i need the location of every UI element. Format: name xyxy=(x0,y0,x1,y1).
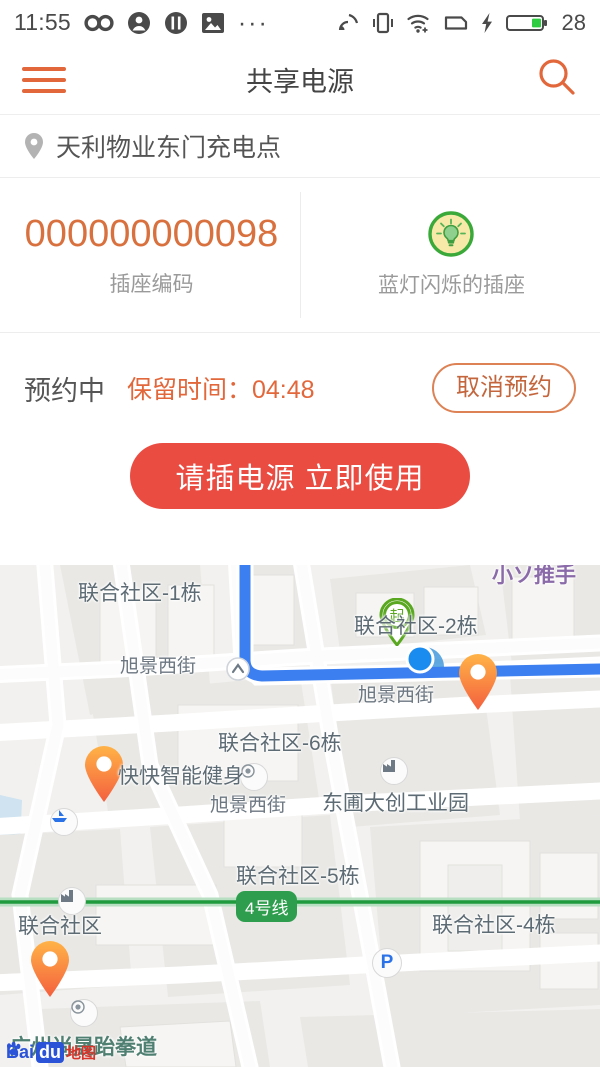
map-label: 旭景西街 xyxy=(210,795,287,816)
charging-bolt-icon xyxy=(481,12,492,33)
charging-location-row[interactable]: 天利物业东门充电点 xyxy=(0,115,600,178)
map-label: 东圃大创工业园 xyxy=(322,792,469,815)
baidu-paw-icon xyxy=(7,1042,21,1056)
card-vertical-divider xyxy=(300,192,301,318)
map-label: 联合社区-2栋 xyxy=(354,615,478,638)
status-bar: 11:55 ··· 28 xyxy=(0,0,600,45)
account-icon xyxy=(127,11,150,34)
poi-dot-taekwondo[interactable] xyxy=(70,999,98,1027)
socket-code-block: 000000000098 插座编码 xyxy=(0,178,303,332)
music-icon xyxy=(164,11,187,34)
map-label: 旭景西街 xyxy=(120,656,197,677)
page-title: 共享电源 xyxy=(246,67,354,97)
map-label: 联合社区-6栋 xyxy=(218,732,342,755)
map-label: 联合社区-5栋 xyxy=(236,865,360,888)
more-dots-icon: ··· xyxy=(237,8,269,37)
reservation-status-row: 预约中 保留时间：04:48 取消预约 xyxy=(0,333,600,443)
light-bulb-icon xyxy=(428,211,475,257)
reservation-state-label: 预约中 xyxy=(24,375,105,406)
map-view[interactable]: 起 P 4号线 联合社区-1栋 联合社区-2栋 小ソ推手 旭景西街 旭景西街 联… xyxy=(0,565,600,1067)
map-label: 小ソ推手 xyxy=(492,565,576,587)
battery-icon xyxy=(505,14,547,31)
poi-factory-icon[interactable] xyxy=(380,757,408,785)
socket-lamp-block: 蓝灯闪烁的插座 xyxy=(303,178,600,332)
charging-location-name: 天利物业东门充电点 xyxy=(56,134,282,162)
wifi-icon xyxy=(406,14,429,33)
primary-action-area: 请插电源 立即使用 xyxy=(0,443,600,541)
map-pin-charging-east[interactable] xyxy=(456,653,500,711)
search-icon[interactable] xyxy=(536,56,578,103)
app-root: 11:55 ··· 28 共享电源 天利物业东门充电点 000000000098… xyxy=(0,0,600,1067)
battery-percent-label: 28 xyxy=(561,9,586,35)
app-header: 共享电源 xyxy=(0,45,600,115)
reservation-timer: 保留时间：04:48 xyxy=(127,376,315,404)
cast-icon xyxy=(338,13,358,30)
status-bar-left: 11:55 ··· xyxy=(14,9,269,36)
socket-info-card: 000000000098 插座编码 蓝灯闪烁的插座 xyxy=(0,178,600,333)
sim-icon xyxy=(444,15,467,30)
map-canvas xyxy=(0,565,600,1067)
poi-dot-fitness[interactable] xyxy=(240,763,268,791)
status-bar-right: 28 xyxy=(336,10,586,36)
hamburger-menu-icon[interactable] xyxy=(22,66,66,93)
baidu-logo-du: du xyxy=(36,1042,65,1063)
map-label: 联合社区-1栋 xyxy=(78,582,202,605)
subway-line-badge: 4号线 xyxy=(236,891,298,922)
socket-code-label: 插座编码 xyxy=(109,272,194,296)
poi-parking-icon[interactable]: P xyxy=(372,948,402,978)
map-label: 联合社区 xyxy=(18,915,102,938)
use-now-button[interactable]: 请插电源 立即使用 xyxy=(130,443,470,509)
baidu-maps-logo: Bai du 地图 xyxy=(6,1042,96,1063)
socket-code-value: 000000000098 xyxy=(24,212,279,255)
location-pin-icon xyxy=(25,133,43,159)
map-label: 旭景西街 xyxy=(358,685,435,706)
vibrate-icon xyxy=(372,12,393,33)
infinity-icon xyxy=(84,14,114,31)
image-icon xyxy=(201,12,224,33)
cancel-reservation-button[interactable]: 取消预约 xyxy=(432,363,576,413)
map-label: 快快智能健身 xyxy=(118,765,244,788)
baidu-logo-ditu: 地图 xyxy=(66,1045,97,1062)
socket-lamp-label: 蓝灯闪烁的插座 xyxy=(377,274,525,297)
poi-boat-icon[interactable] xyxy=(50,808,78,836)
status-bar-clock: 11:55 xyxy=(14,9,71,35)
map-label: 联合社区-4栋 xyxy=(432,914,556,937)
map-pin-community[interactable] xyxy=(28,940,72,998)
